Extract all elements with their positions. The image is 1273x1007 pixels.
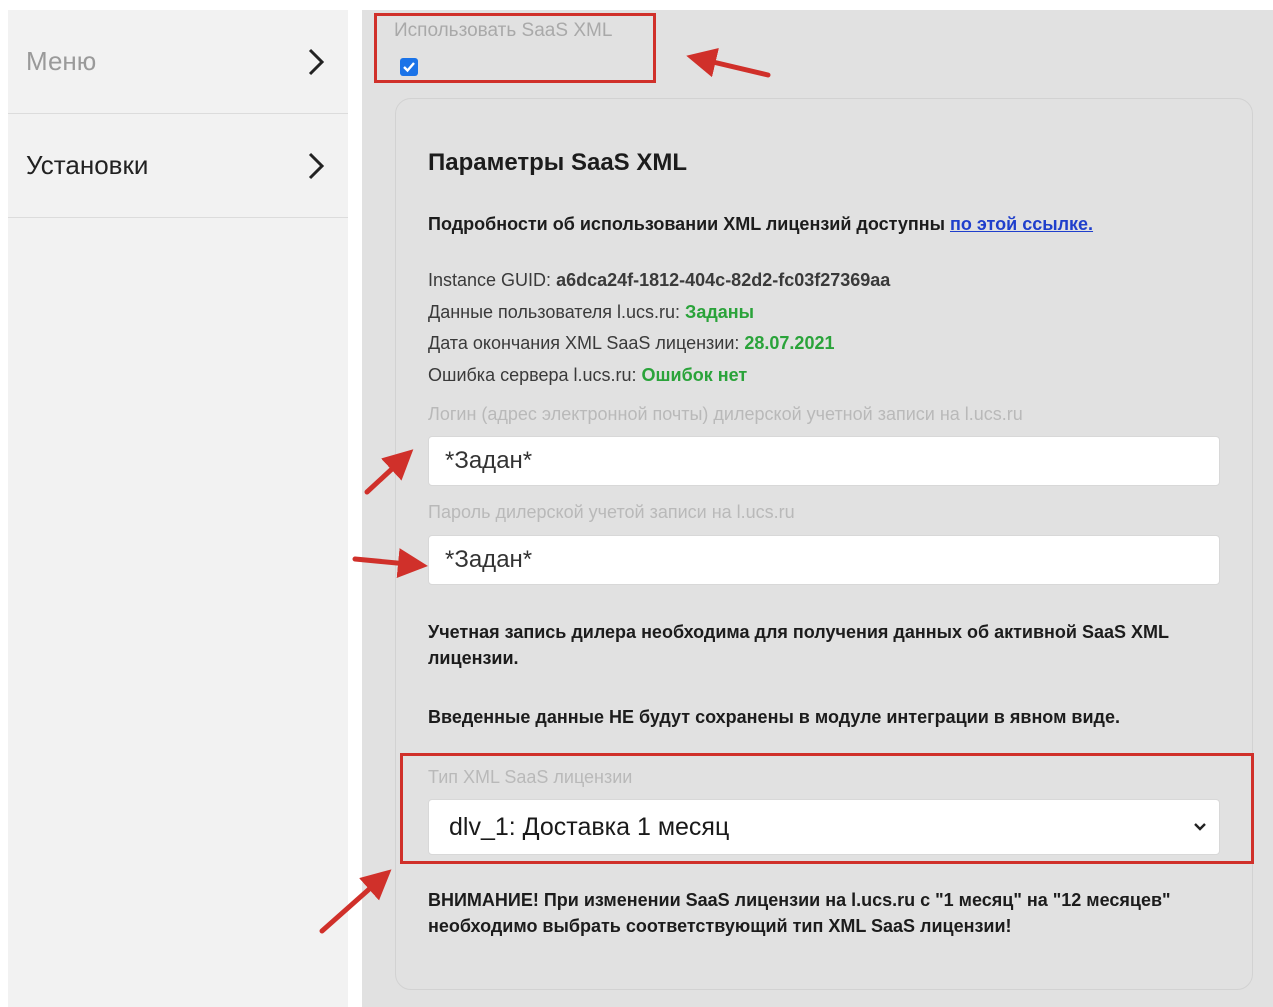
main-panel: Использовать SaaS XML Параметры SaaS XML… (362, 10, 1273, 1007)
guid-value: a6dca24f-1812-404c-82d2-fc03f27369aa (556, 270, 891, 290)
guid-label: Instance GUID: (428, 270, 557, 290)
sidebar-item-label: Меню (26, 46, 97, 76)
warning-text: ВНИМАНИЕ! При изменении SaaS лицензии на… (428, 890, 1171, 936)
page-title: Параметры SaaS XML (428, 149, 688, 176)
user-data-line: Данные пользователя l.ucs.ru: Заданы (428, 302, 754, 323)
sidebar-item-menu[interactable]: Меню (8, 10, 348, 114)
guid-line: Instance GUID: a6dca24f-1812-404c-82d2-f… (428, 270, 890, 291)
license-type-value: dlv_1: Доставка 1 месяц (449, 813, 730, 841)
saas-params-card: Параметры SaaS XML Подробности об исполь… (395, 98, 1253, 990)
user-data-value: Заданы (685, 302, 755, 322)
details-text: Подробности об использовании XML лицензи… (428, 214, 950, 234)
license-type-label: Тип XML SaaS лицензии (428, 767, 633, 787)
highlight-box (374, 13, 656, 83)
server-error-line: Ошибка сервера l.ucs.ru: Ошибок нет (428, 365, 747, 386)
not-saved-note: Введенные данные НЕ будут сохранены в мо… (428, 707, 1120, 727)
chevron-right-icon (308, 152, 325, 179)
server-error-value: Ошибок нет (641, 365, 748, 385)
password-input[interactable]: *Задан* (428, 535, 1220, 585)
password-label: Пароль дилерской учетой записи на l.ucs.… (428, 502, 795, 522)
chevron-right-icon (308, 48, 325, 75)
chevron-down-icon (1194, 823, 1206, 831)
expiry-label: Дата окончания XML SaaS лицензии: (428, 333, 745, 353)
expiry-value: 28.07.2021 (744, 333, 835, 353)
sidebar: Меню Установки (8, 10, 348, 1007)
user-data-label: Данные пользователя l.ucs.ru: (428, 302, 686, 322)
dealer-note: Учетная запись дилера необходима для пол… (428, 622, 1169, 668)
details-line: Подробности об использовании XML лицензи… (428, 211, 1093, 237)
login-input[interactable]: *Задан* (428, 436, 1220, 486)
sidebar-item-label: Установки (26, 150, 149, 180)
license-type-select[interactable]: dlv_1: Доставка 1 месяц (428, 799, 1220, 855)
login-label: Логин (адрес электронной почты) дилерско… (428, 404, 1023, 424)
sidebar-item-settings[interactable]: Установки (8, 114, 348, 218)
details-link[interactable]: по этой ссылке. (950, 214, 1093, 234)
server-error-label: Ошибка сервера l.ucs.ru: (428, 365, 642, 385)
expiry-line: Дата окончания XML SaaS лицензии: 28.07.… (428, 333, 834, 354)
